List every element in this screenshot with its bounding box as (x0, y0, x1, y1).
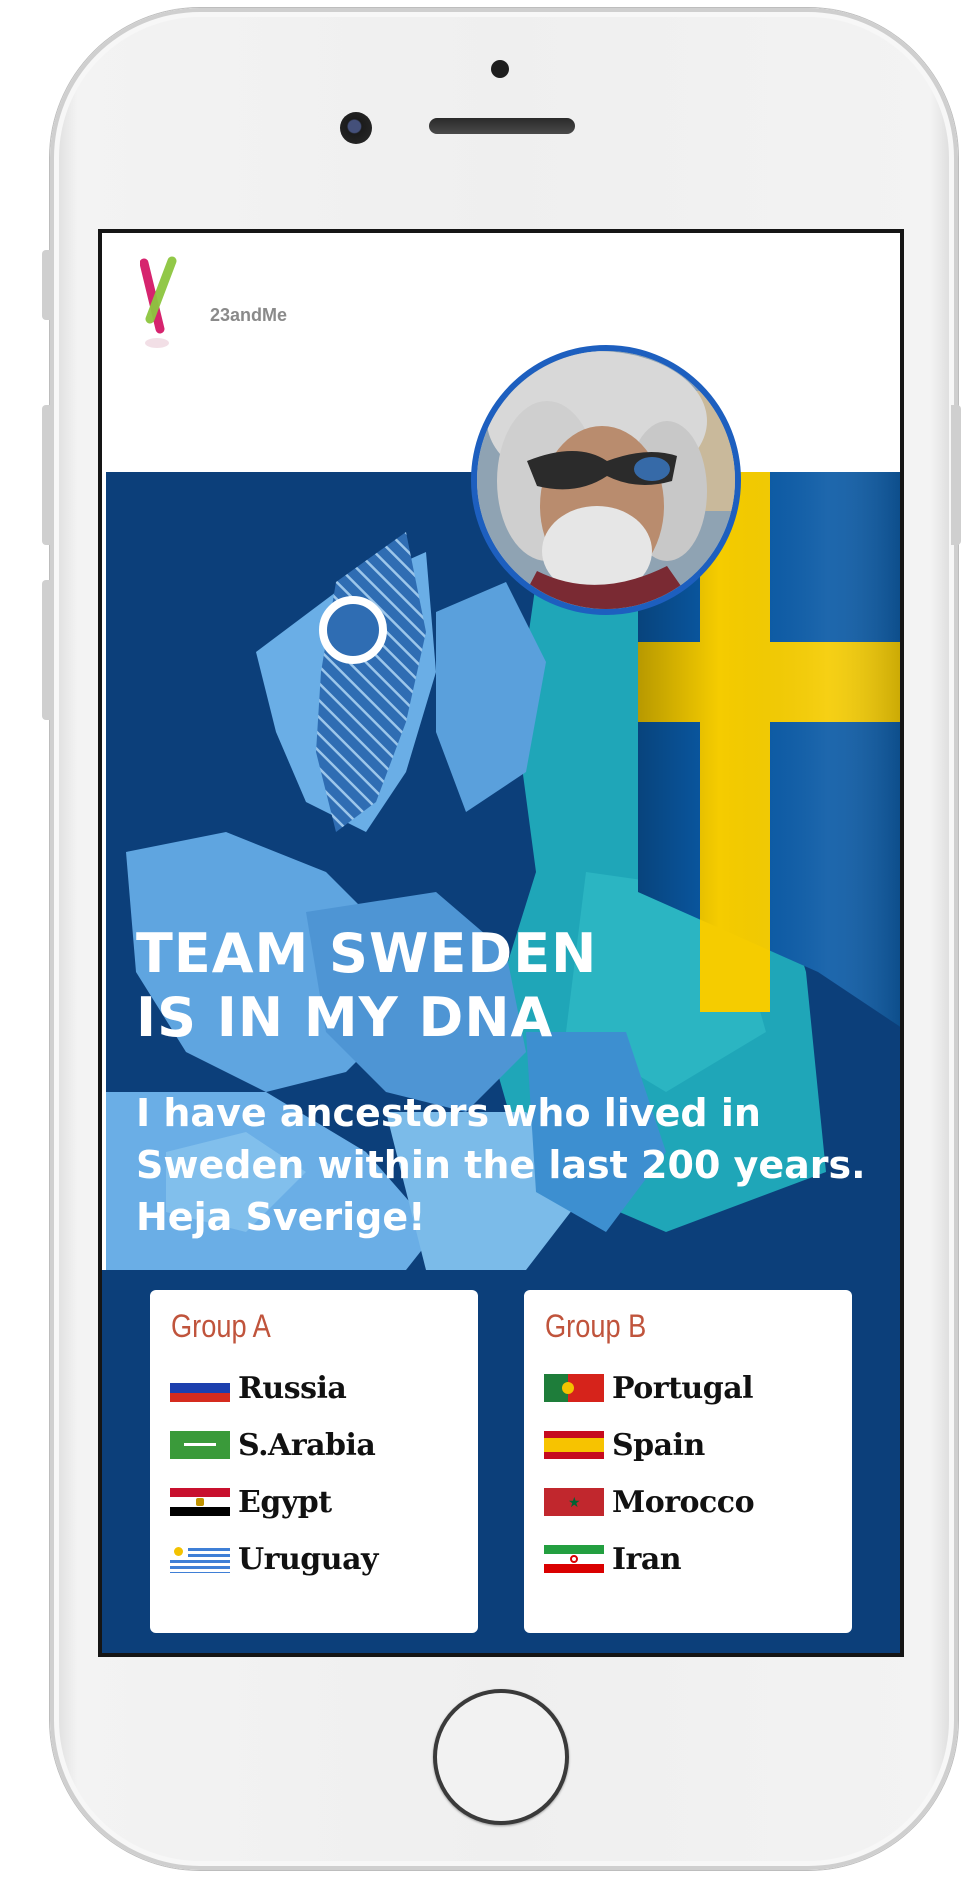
team-name: Morocco (612, 1484, 755, 1520)
hero-subtitle-line: Heja Sverige! (136, 1195, 426, 1239)
power-button (951, 405, 961, 545)
hero-title: TEAM SWEDEN IS IN MY DNA (136, 922, 597, 1050)
phone-screen: 23andMe TEAM SWEDEN IS IN MY DNA I have … (98, 229, 904, 1657)
russia-flag-icon (170, 1374, 230, 1402)
profile-avatar[interactable] (471, 345, 741, 615)
egypt-flag-icon (170, 1488, 230, 1516)
hero-title-line: IS IN MY DNA (136, 986, 554, 1049)
home-button[interactable] (433, 1689, 569, 1825)
team-name: Spain (612, 1427, 705, 1463)
front-camera-icon (340, 112, 372, 144)
team-name: Uruguay (238, 1541, 378, 1577)
team-row: S.Arabia (170, 1425, 376, 1465)
spain-flag-icon (544, 1431, 604, 1459)
team-name: Portugal (612, 1370, 754, 1406)
group-title: Group B (545, 1308, 647, 1344)
team-name: S.Arabia (238, 1427, 376, 1463)
uruguay-flag-icon (170, 1545, 230, 1573)
volume-up-button (42, 405, 52, 545)
hero-subtitle-line: I have ancestors who lived in (136, 1091, 761, 1135)
proximity-sensor (491, 60, 509, 78)
mute-switch (42, 250, 52, 320)
logo-text: 23andMe (210, 305, 288, 325)
team-row: Egypt (170, 1482, 332, 1522)
23andme-logo[interactable]: 23andMe (139, 255, 287, 355)
saudi-arabia-flag-icon (170, 1431, 230, 1459)
hero-banner: TEAM SWEDEN IS IN MY DNA I have ancestor… (106, 472, 900, 1270)
team-row: Iran (544, 1539, 682, 1579)
team-name: Iran (612, 1541, 682, 1577)
hero-subtitle-line: Sweden within the last 200 years. (136, 1143, 866, 1187)
team-row: ★ Morocco (544, 1482, 755, 1522)
team-name: Egypt (238, 1484, 332, 1520)
group-b-card: Group B Portugal Spain ★ Morocco Iran (524, 1290, 852, 1633)
world-cup-groups: Group A Russia S.Arabia Egypt Uruguay Gr… (102, 1270, 900, 1653)
team-row: Spain (544, 1425, 705, 1465)
group-a-card: Group A Russia S.Arabia Egypt Uruguay (150, 1290, 478, 1633)
hero-subtitle: I have ancestors who lived in Sweden wit… (136, 1087, 896, 1243)
portugal-flag-icon (544, 1374, 604, 1402)
team-row: Russia (170, 1368, 347, 1408)
earpiece-speaker (429, 118, 575, 134)
iran-flag-icon (544, 1545, 604, 1573)
team-row: Portugal (544, 1368, 754, 1408)
morocco-flag-icon: ★ (544, 1488, 604, 1516)
hero-title-line: TEAM SWEDEN (136, 922, 598, 985)
profile-photo (477, 351, 735, 609)
team-name: Russia (238, 1370, 347, 1406)
volume-down-button (42, 580, 52, 720)
group-title: Group A (171, 1308, 271, 1344)
team-row: Uruguay (170, 1539, 378, 1579)
